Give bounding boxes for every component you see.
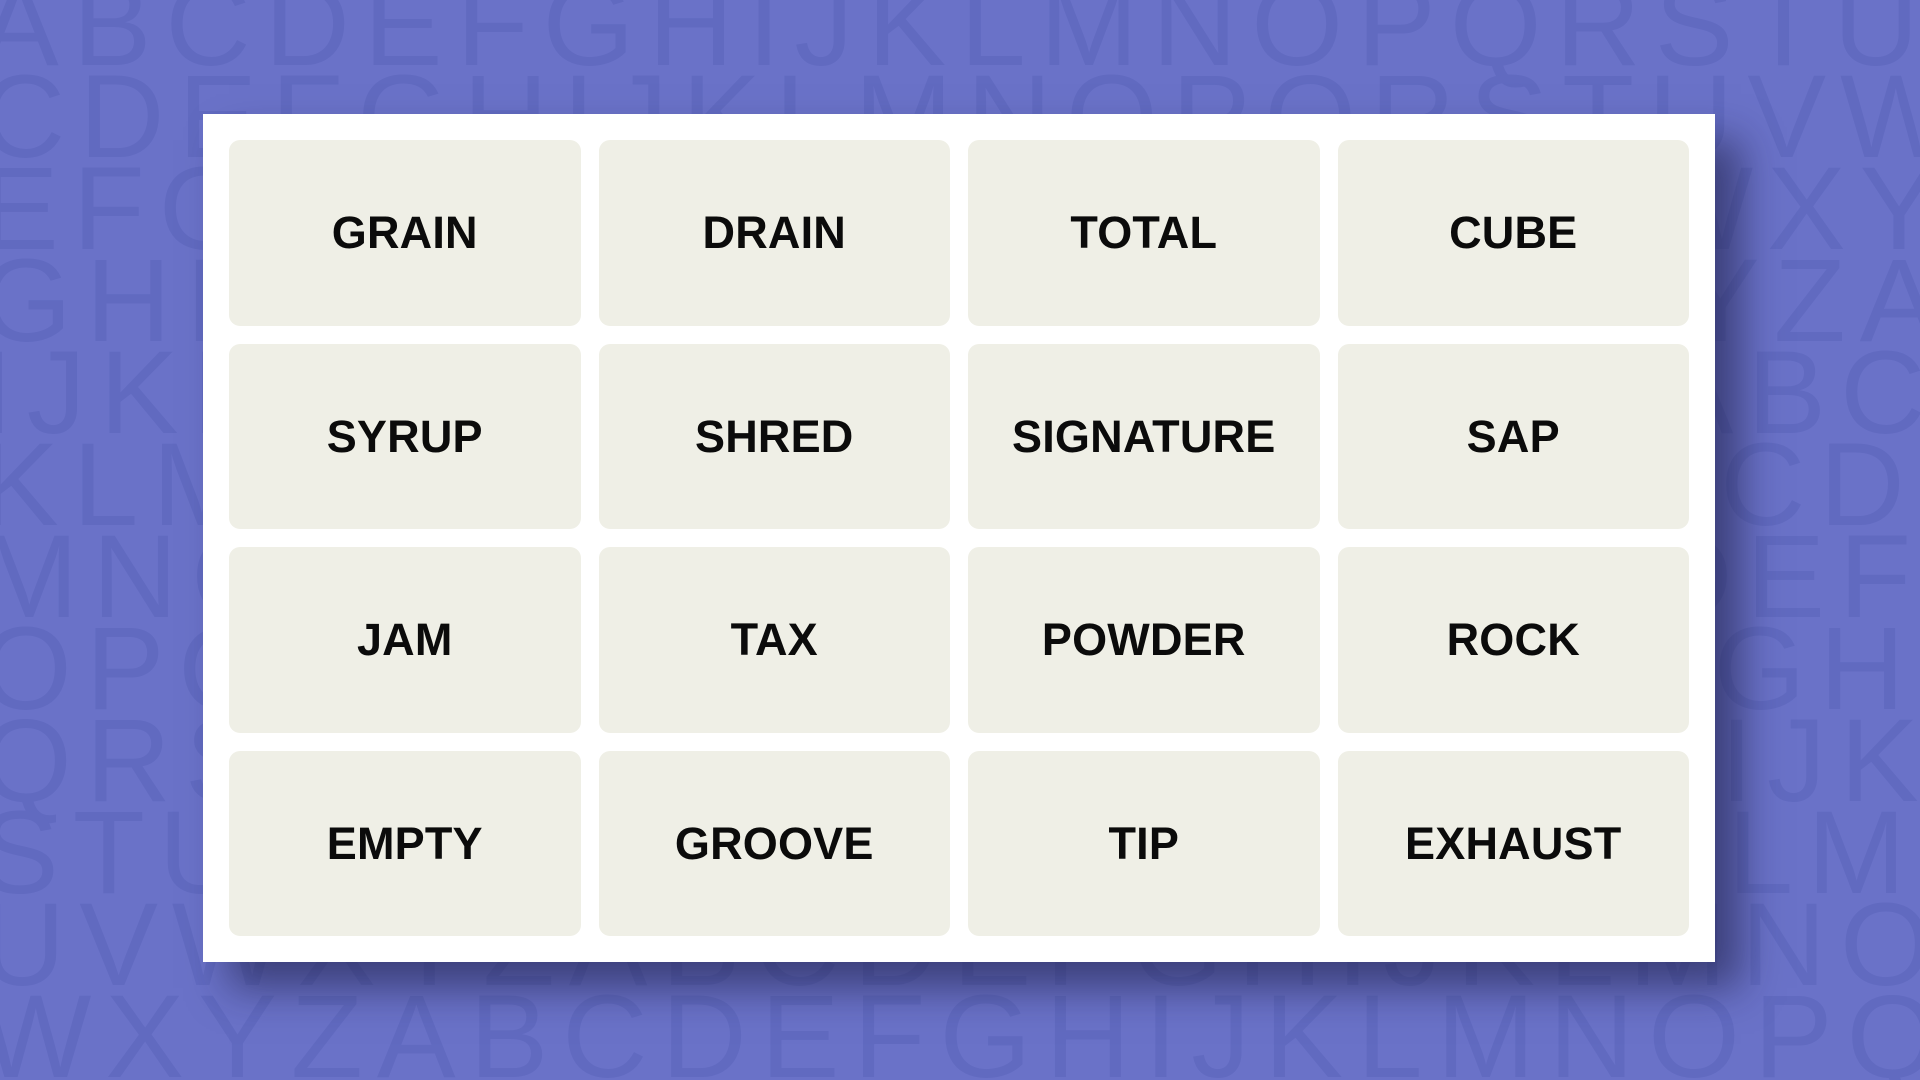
word-tile[interactable]: EMPTY [229,750,581,936]
word-tile-label: POWDER [1041,614,1246,666]
word-tile[interactable]: JAM [229,547,581,733]
word-tile-label: SYRUP [326,410,483,462]
word-tile[interactable]: SAP [1337,343,1689,529]
word-tile[interactable]: GROOVE [598,750,950,936]
word-tile-label: EMPTY [326,817,483,869]
word-tile-label: SAP [1466,410,1560,462]
word-tile-label: GROOVE [674,817,874,869]
word-tile-label: DRAIN [702,207,846,259]
word-tile[interactable]: CUBE [1337,140,1689,326]
game-board-panel: GRAIN DRAIN TOTAL CUBE SYRUP SHRED SIGNATURE SA… [203,114,1715,962]
word-tile[interactable]: TIP [968,750,1320,936]
word-tile-label: TAX [730,614,818,666]
word-tile[interactable]: SHRED [598,343,950,529]
word-tile-label: ROCK [1446,614,1580,666]
word-tile[interactable]: GRAIN [229,140,581,326]
word-tile[interactable]: POWDER [968,547,1320,733]
word-tile[interactable]: TAX [598,547,950,733]
word-tile-label: GRAIN [331,207,478,259]
word-tile-label: TOTAL [1070,207,1218,259]
word-tile[interactable]: TOTAL [968,140,1320,326]
word-tile[interactable]: SYRUP [229,343,581,529]
word-tile-label: CUBE [1449,207,1578,259]
word-tile-label: TIP [1108,817,1180,869]
word-tile[interactable]: EXHAUST [1337,750,1689,936]
word-tile-label: JAM [356,614,453,666]
background-letter-row: WXYZABCDEFGHIJKLMNOPQRSTUVWXYZABCDEFGHIJ… [0,971,1920,1080]
word-tile-label: SHRED [694,410,854,462]
word-tile[interactable]: SIGNATURE [968,343,1320,529]
word-tile-label: EXHAUST [1405,817,1622,869]
word-tile[interactable]: DRAIN [598,140,950,326]
word-tile-label: SIGNATURE [1012,410,1276,462]
word-tile[interactable]: ROCK [1337,547,1689,733]
word-tile-grid: GRAIN DRAIN TOTAL CUBE SYRUP SHRED SIGNATURE SA… [229,140,1689,936]
